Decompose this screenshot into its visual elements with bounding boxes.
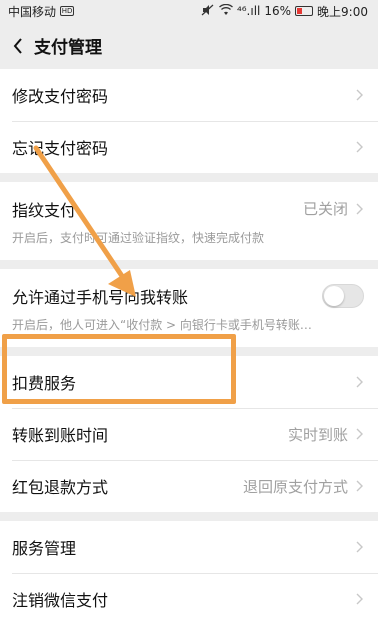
close-wechat-pay-label: 注销微信支付 — [12, 591, 109, 610]
carrier-name: 中国移动 — [8, 4, 57, 19]
section-divider — [0, 260, 378, 269]
chevron-right-icon — [356, 428, 363, 440]
battery-icon — [295, 6, 314, 16]
forgot-password-label: 忘记支付密码 — [12, 139, 109, 158]
fingerprint-pay-label: 指纹支付 — [12, 200, 77, 220]
password-group: 修改支付密码 忘记支付密码 — [0, 69, 378, 173]
battery-percent: 16% — [264, 4, 292, 18]
status-bar: 中国移动 HD ⁴⁶.ıll 16% 晚上9:00 — [0, 0, 378, 22]
phone-transfer-description: 开启后，他人可进入“收付款 > 向银行卡或手机号转账… — [12, 317, 312, 332]
phone-transfer-label: 允许通过手机号向我转账 — [12, 287, 189, 307]
deduction-service-item[interactable]: 扣费服务 — [0, 356, 378, 408]
red-packet-refund-label: 红包退款方式 — [12, 478, 109, 497]
mute-icon — [201, 4, 215, 19]
change-password-label: 修改支付密码 — [12, 87, 109, 106]
chevron-right-icon — [356, 593, 363, 605]
section-divider — [0, 173, 378, 182]
transfer-arrival-time-value: 实时到账 — [287, 425, 348, 444]
transfer-arrival-time-label: 转账到账时间 — [12, 426, 109, 445]
chevron-right-icon — [356, 89, 363, 101]
clock: 晚上9:00 — [317, 4, 368, 19]
fingerprint-pay-description: 开启后，支付时可通过验证指纹，快速完成付款 — [12, 230, 265, 245]
toggle-knob — [324, 285, 344, 306]
page-title: 支付管理 — [34, 38, 102, 58]
wifi-icon — [218, 3, 233, 19]
change-password-item[interactable]: 修改支付密码 — [0, 69, 378, 121]
service-management-label: 服务管理 — [12, 539, 77, 558]
hd-badge: HD — [60, 6, 75, 16]
phone-transfer-group: 允许通过手机号向我转账 开启后，他人可进入“收付款 > 向银行卡或手机号转账… — [0, 269, 378, 347]
section-divider — [0, 512, 378, 521]
red-packet-refund-value: 退回原支付方式 — [242, 477, 348, 496]
fingerprint-pay-status: 已关闭 — [302, 200, 348, 218]
nav-bar: 支付管理 — [0, 22, 378, 69]
forgot-password-item[interactable]: 忘记支付密码 — [0, 121, 378, 173]
chevron-right-icon — [356, 141, 363, 153]
chevron-right-icon — [356, 480, 363, 492]
chevron-right-icon — [356, 541, 363, 553]
chevron-right-icon — [356, 203, 363, 214]
account-group: 服务管理 注销微信支付 — [0, 521, 378, 623]
transfer-arrival-time-item[interactable]: 转账到账时间 实时到账 — [0, 408, 378, 460]
phone-transfer-item: 允许通过手机号向我转账 开启后，他人可进入“收付款 > 向银行卡或手机号转账… — [0, 269, 378, 347]
service-management-item[interactable]: 服务管理 — [0, 521, 378, 573]
signal-icon: ⁴⁶.ıll — [236, 4, 261, 18]
section-divider — [0, 347, 378, 356]
phone-transfer-toggle[interactable] — [322, 283, 364, 308]
deduction-service-label: 扣费服务 — [12, 374, 77, 393]
chevron-left-icon[interactable] — [8, 36, 28, 56]
close-wechat-pay-item[interactable]: 注销微信支付 — [0, 573, 378, 623]
fingerprint-pay-item[interactable]: 指纹支付 已关闭 开启后，支付时可通过验证指纹，快速完成付款 — [0, 182, 378, 260]
services-group: 扣费服务 转账到账时间 实时到账 红包退款方式 退回原支付方式 — [0, 356, 378, 512]
fingerprint-group: 指纹支付 已关闭 开启后，支付时可通过验证指纹，快速完成付款 — [0, 182, 378, 260]
chevron-right-icon — [356, 376, 363, 388]
red-packet-refund-item[interactable]: 红包退款方式 退回原支付方式 — [0, 460, 378, 512]
